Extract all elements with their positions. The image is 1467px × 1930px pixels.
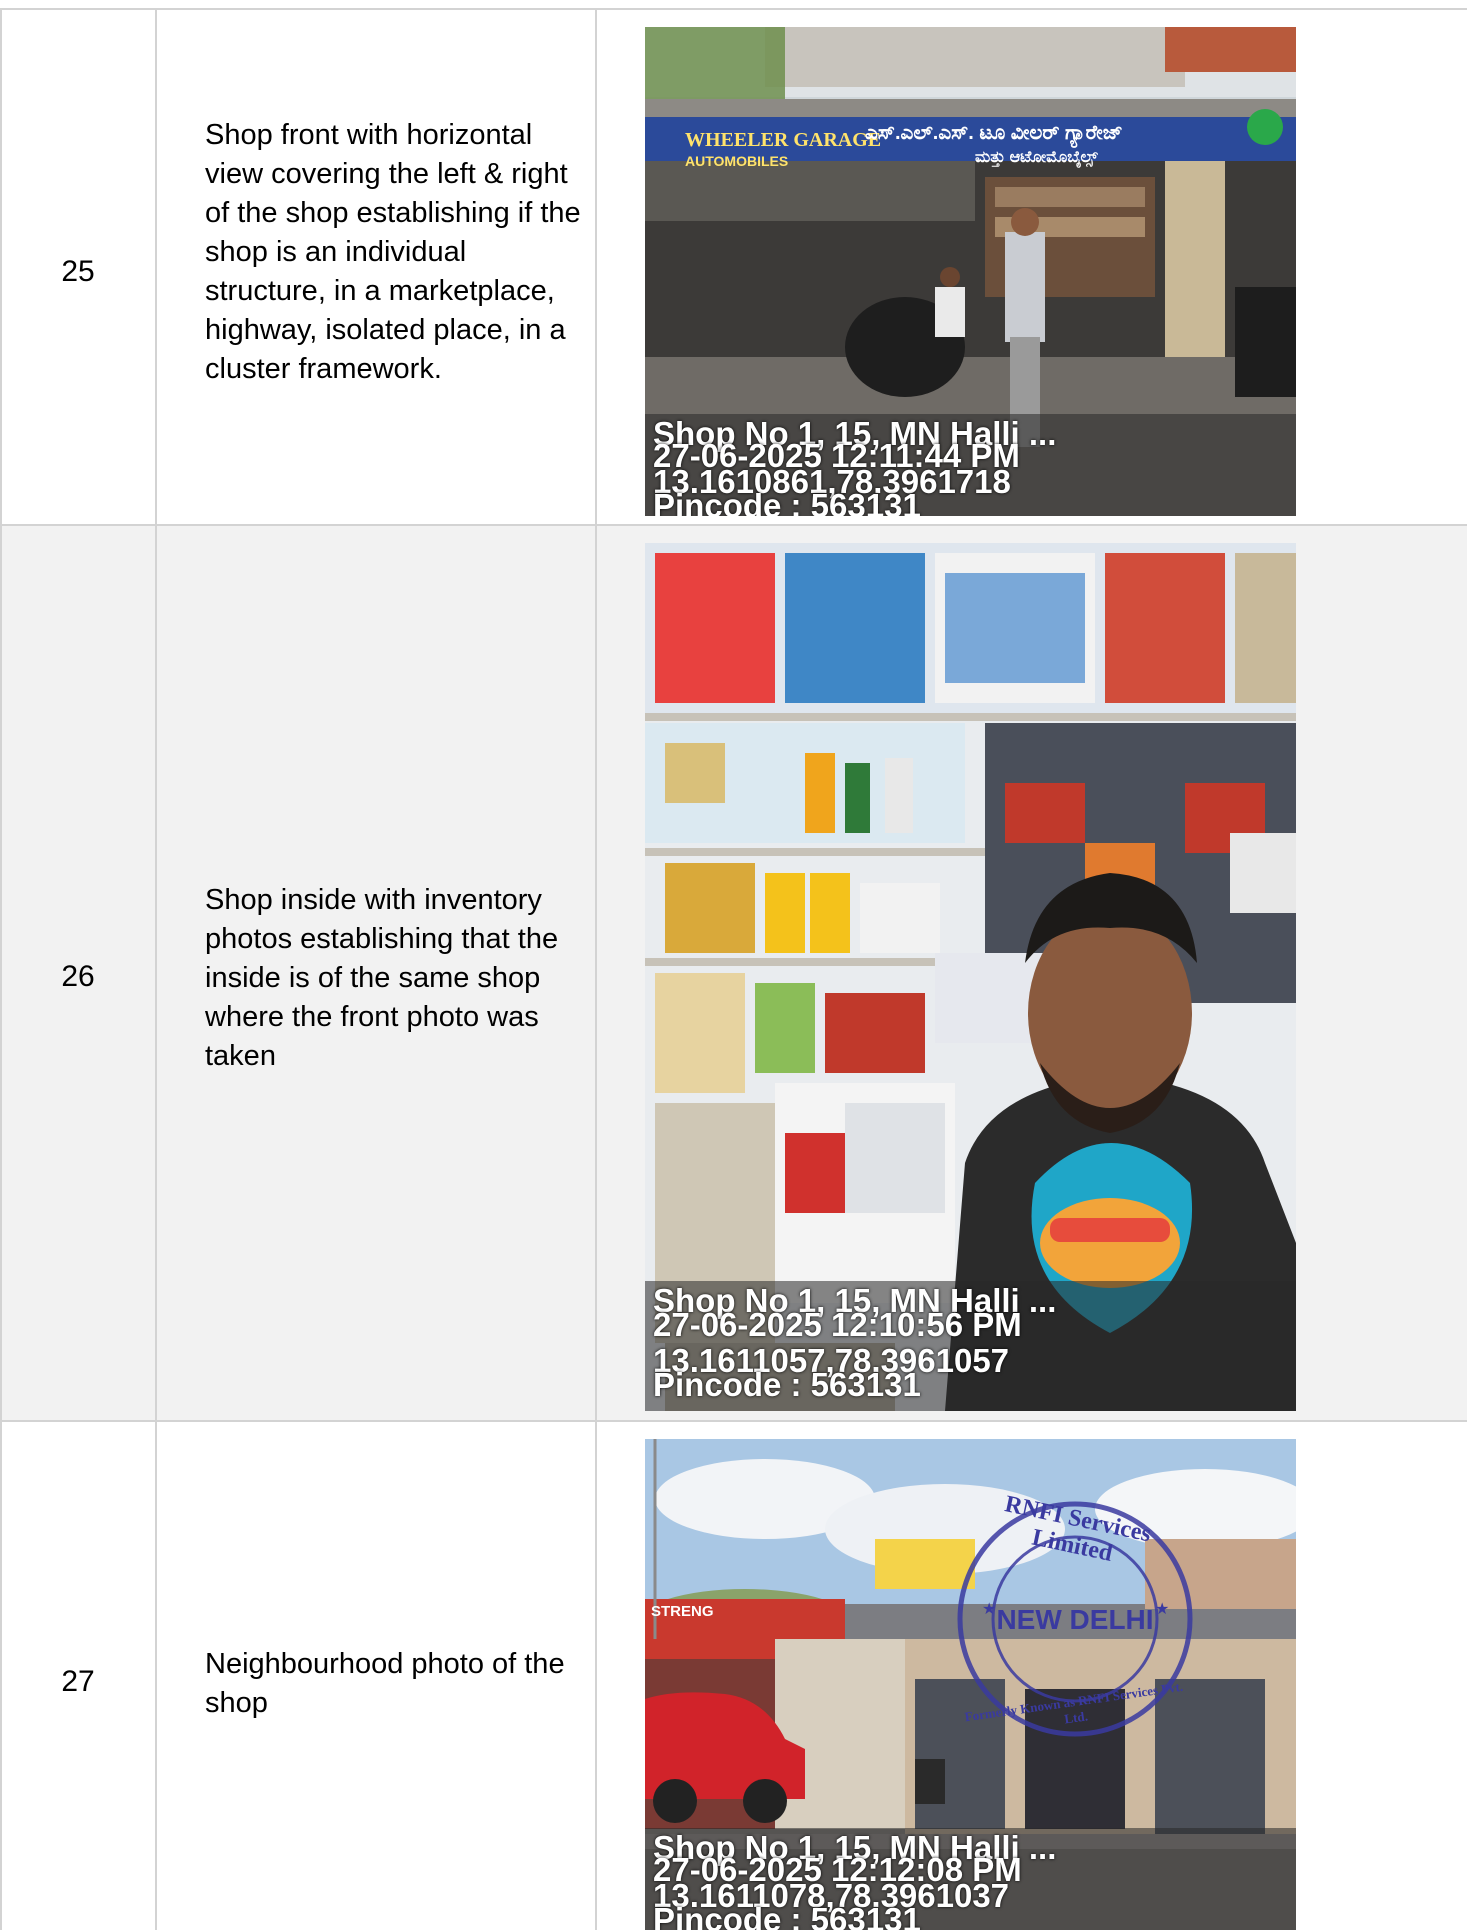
column-divider-2: [595, 8, 597, 1930]
svg-text:★: ★: [1155, 1601, 1169, 1618]
row-number: 26: [61, 960, 95, 993]
stamp-datetime: 27-06-2025 12:10:56 PM: [653, 1306, 1022, 1343]
shop-sign-kannada-line2: ಮತ್ತು ಆಟೋಮೊಬೈಲ್ಸ್: [975, 149, 1098, 166]
row-divider-25-26: [0, 524, 1467, 526]
table-border-top: [0, 8, 1467, 10]
row-description: Shop inside with inventory photos establ…: [205, 884, 559, 1072]
row-description: Neighbourhood photo of the shop: [205, 1648, 565, 1719]
row-number: 27: [61, 1665, 95, 1698]
geo-stamp: Shop No 1, 15, MN Halli ... 27-06-2025 1…: [645, 1828, 1296, 1930]
shop-sign-kannada: ಎಸ್.ಎಲ್.ಎಸ್. ಟೂ ವೀಲರ್ ಗ್ಯಾರೇಜ್: [865, 122, 1123, 144]
row-number: 25: [61, 255, 95, 288]
row-divider-26-27: [0, 1420, 1467, 1422]
shop-inside-photo: Shop No 1, 15, MN Halli ... 27-06-2025 1…: [645, 543, 1296, 1411]
shop-sign-english-line2: AUTOMOBILES: [685, 153, 789, 169]
row-description: Shop front with horizontal view covering…: [205, 119, 581, 385]
geo-stamp: Shop No 1, 15, MN Halli ... 27-06-2025 1…: [645, 1281, 1296, 1411]
shop-sign-english: WHEELER GARAGE: [685, 129, 882, 151]
wall-text: STRENG: [651, 1603, 714, 1620]
neighbourhood-photo: STRENG ★ ★ RNFI Services Limited NEW DEL…: [645, 1439, 1296, 1930]
company-seal: ★ ★ RNFI Services Limited NEW DELHI Form…: [950, 1491, 1200, 1744]
seal-center-text: NEW DELHI: [996, 1604, 1154, 1635]
shop-front-photo: WHEELER GARAGE AUTOMOBILES ಎಸ್.ಎಲ್.ಎಸ್. …: [645, 27, 1296, 516]
geo-stamp: Shop No 1, 15, MN Halli ... 27-06-2025 1…: [645, 414, 1296, 516]
